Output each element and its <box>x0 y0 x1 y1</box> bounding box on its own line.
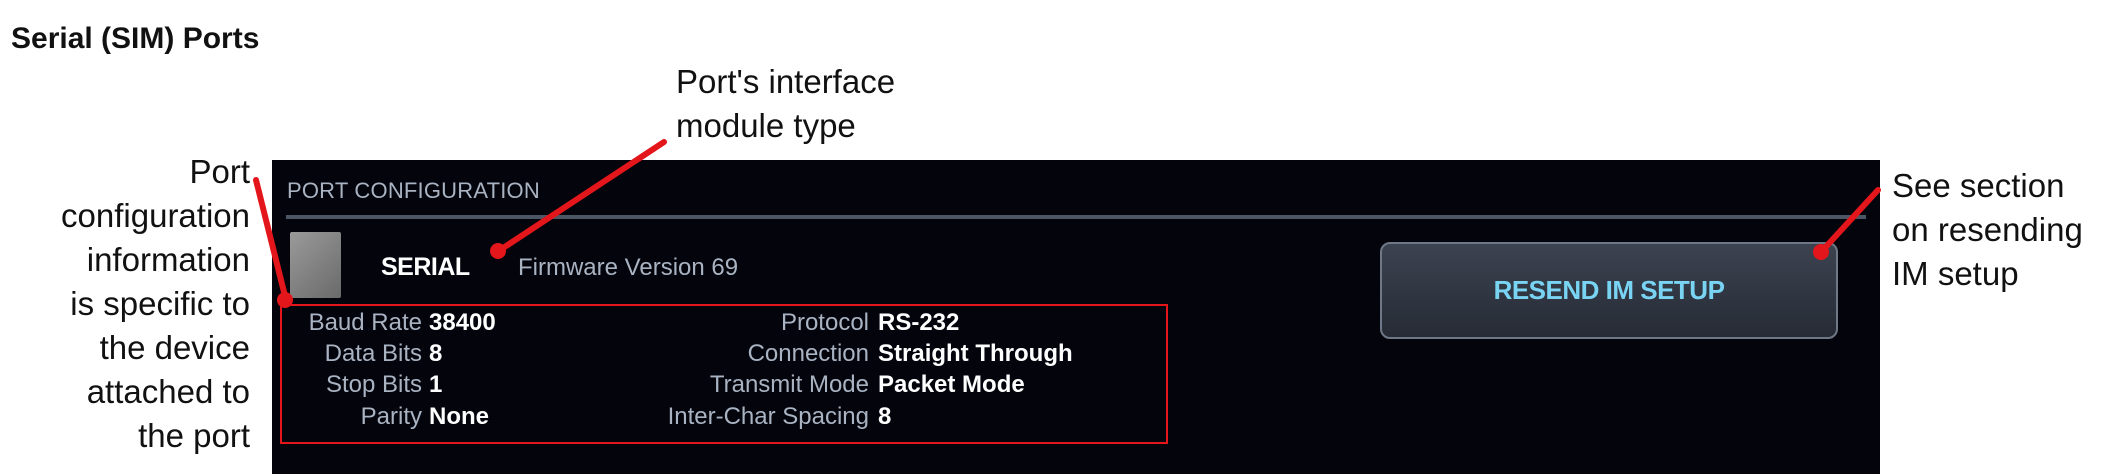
firmware-version: Firmware Version 69 <box>518 254 739 281</box>
callout-line: on resending <box>1892 211 2083 248</box>
baud-rate-value: 38400 <box>429 309 496 336</box>
callout-line: attached to <box>86 373 250 410</box>
transmit-mode-value: Packet Mode <box>878 371 1025 398</box>
module-type-label: SERIAL <box>381 253 470 281</box>
parity-label: Parity <box>360 403 422 430</box>
callout-module-type: Port's interface module type <box>676 60 895 148</box>
protocol-value: RS-232 <box>878 309 960 336</box>
callout-port-config-info: Port configuration information is specif… <box>10 150 250 458</box>
callout-line: See section <box>1892 167 2065 204</box>
callout-line: Port's interface <box>676 63 896 100</box>
serial-module-icon <box>290 232 341 298</box>
connection-label: Connection <box>747 340 869 367</box>
panel-divider <box>286 215 1866 219</box>
resend-im-setup-button[interactable]: RESEND IM SETUP <box>1380 242 1838 339</box>
inter-char-spacing-value: 8 <box>878 403 892 430</box>
baud-rate-label: Baud Rate <box>308 309 422 336</box>
callout-line: the device <box>99 329 250 366</box>
stop-bits-value: 1 <box>429 371 443 398</box>
callout-line: IM setup <box>1892 255 2019 292</box>
transmit-mode-label: Transmit Mode <box>709 371 869 398</box>
port-configuration-panel: PORT CONFIGURATION SERIAL Firmware Versi… <box>272 160 1880 474</box>
callout-line: information <box>86 241 250 278</box>
callout-line: Port <box>189 153 250 190</box>
protocol-label: Protocol <box>780 309 869 336</box>
page-title: Serial (SIM) Ports <box>11 22 260 55</box>
connection-value: Straight Through <box>878 340 1073 367</box>
callout-line: is specific to <box>70 285 250 322</box>
callout-resend-setup: See section on resending IM setup <box>1892 164 2083 296</box>
panel-header: PORT CONFIGURATION <box>287 178 540 203</box>
parity-value: None <box>429 403 489 430</box>
inter-char-spacing-label: Inter-Char Spacing <box>667 403 869 430</box>
callout-line: the port <box>138 417 250 454</box>
callout-line: module type <box>676 107 856 144</box>
stop-bits-label: Stop Bits <box>325 371 422 398</box>
callout-line: configuration <box>61 197 250 234</box>
data-bits-value: 8 <box>429 340 443 367</box>
data-bits-label: Data Bits <box>324 340 422 367</box>
